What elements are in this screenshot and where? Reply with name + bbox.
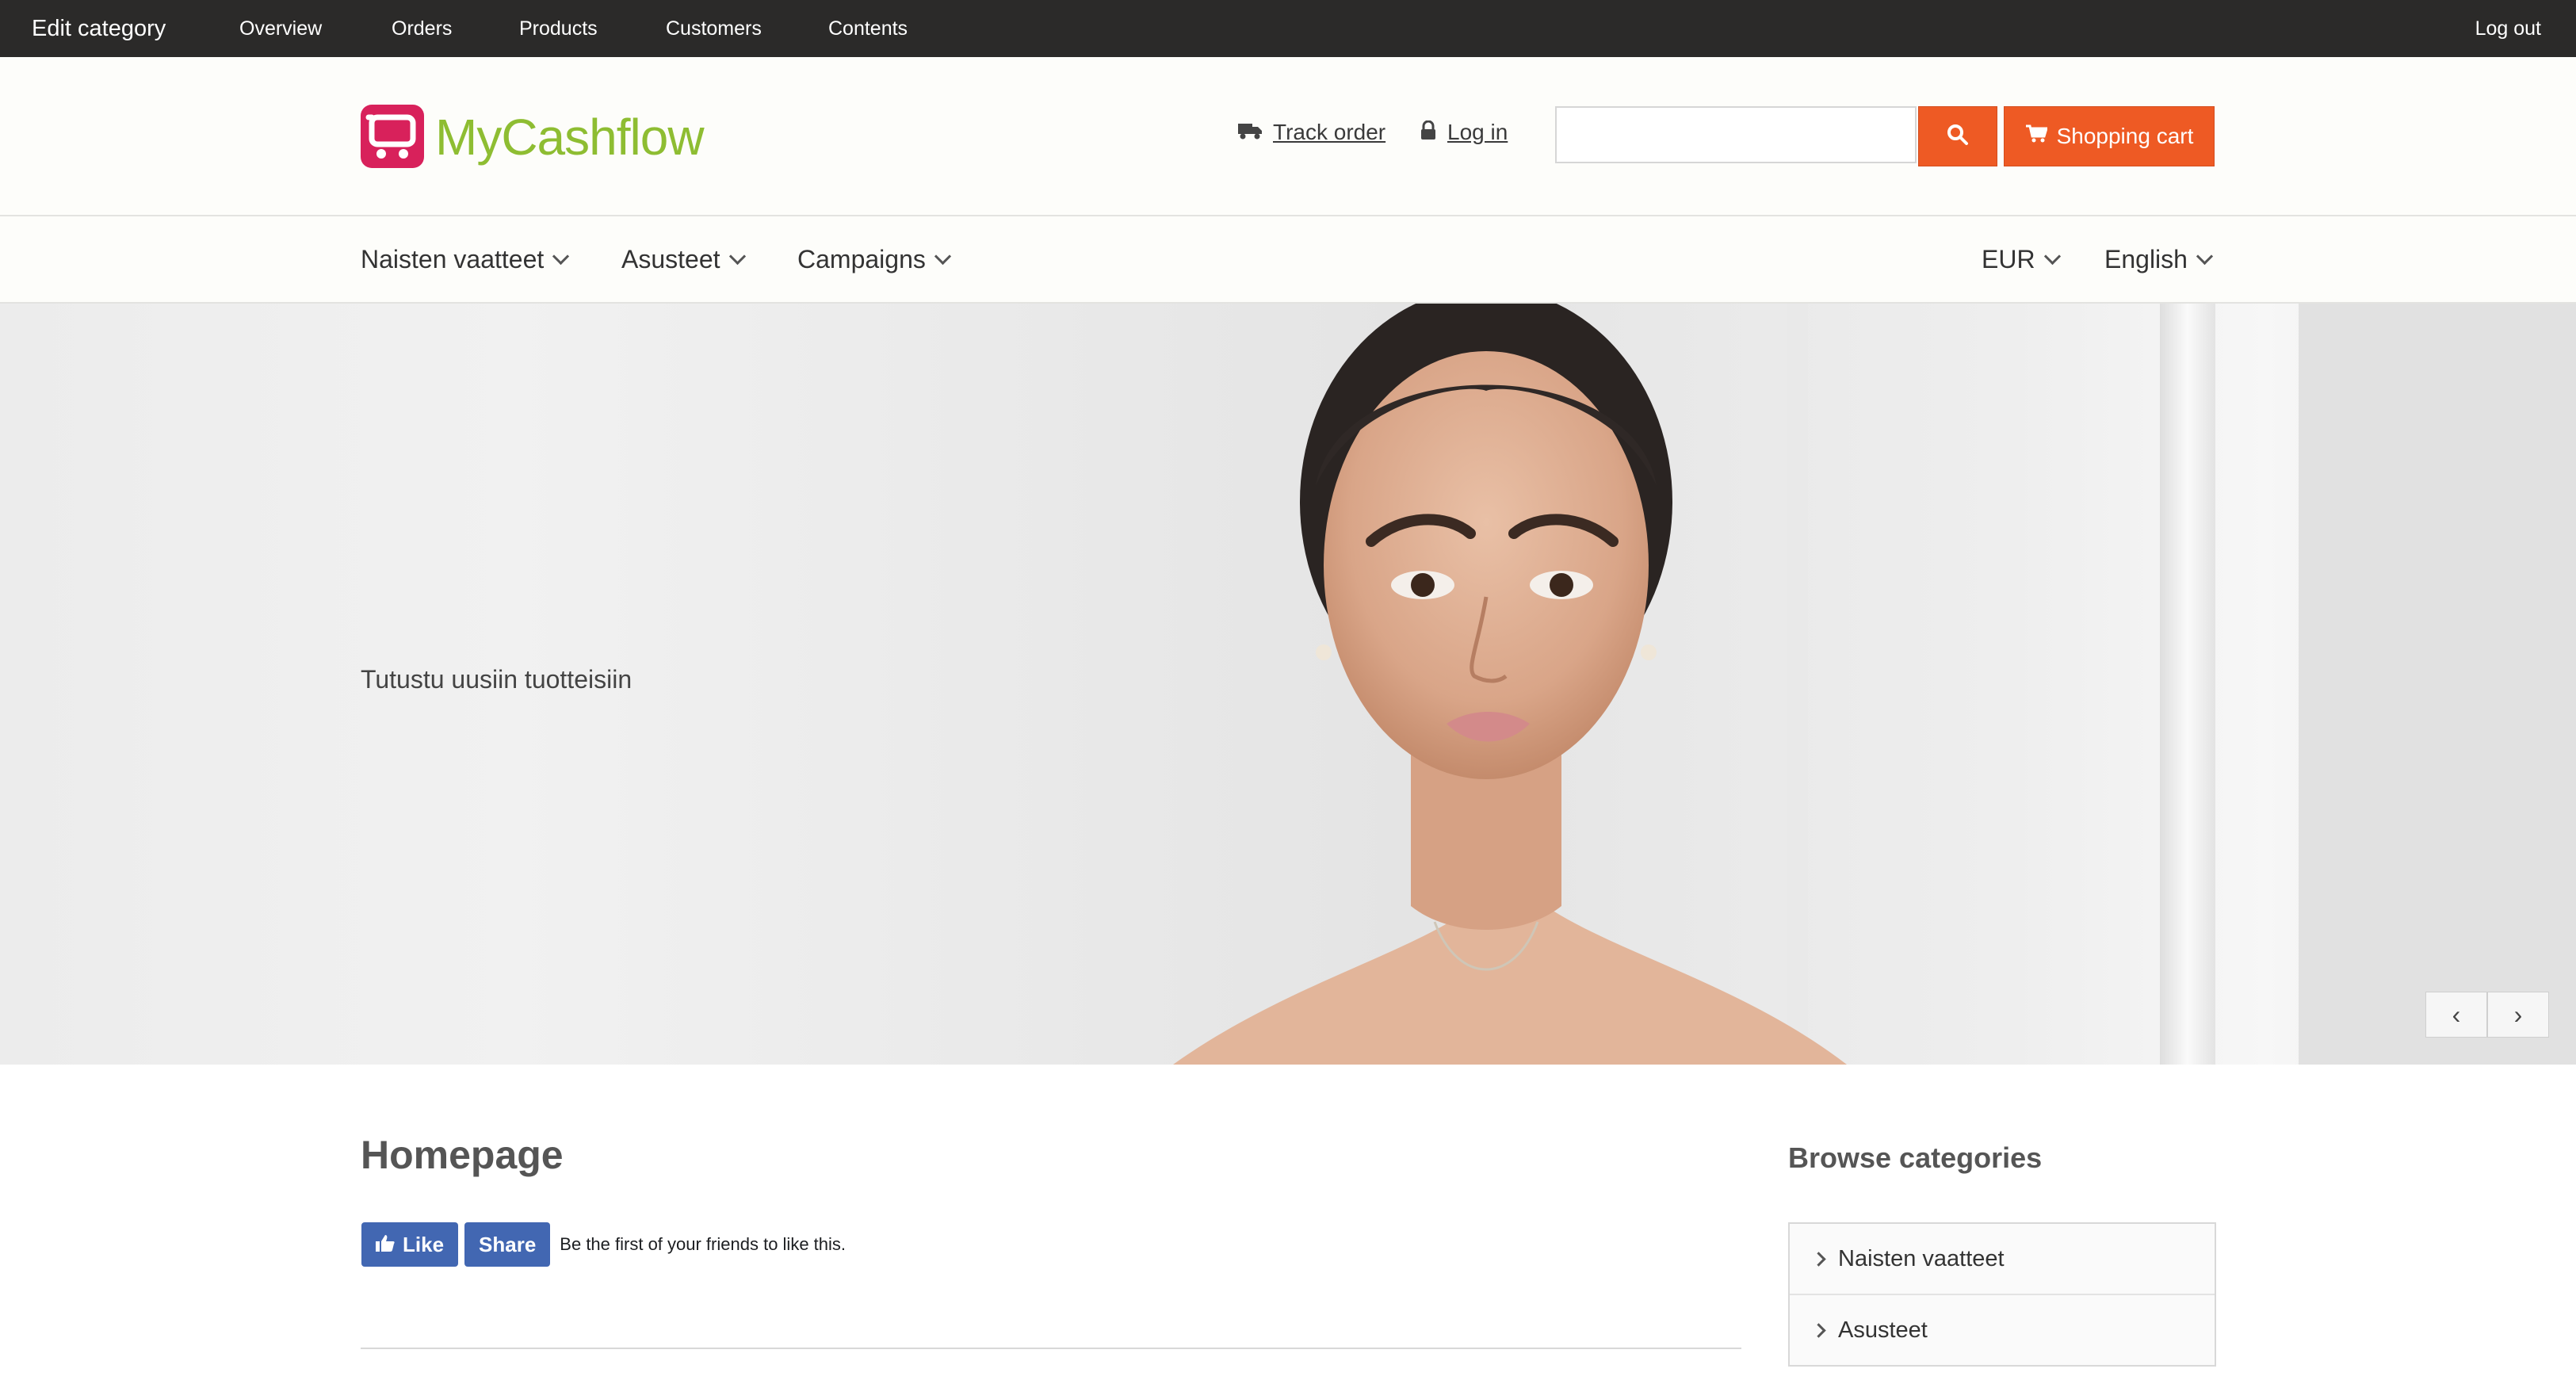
lock-icon <box>1420 120 1436 145</box>
hero-caption[interactable]: Tutustu uusiin tuotteisiin <box>361 665 632 694</box>
sidebar-item-asusteet[interactable]: Asusteet <box>1790 1294 2215 1365</box>
nav-category-label: Campaigns <box>797 245 926 273</box>
admin-nav-contents[interactable]: Contents <box>828 0 908 57</box>
browse-categories-list: Naisten vaatteet Asusteet <box>1788 1222 2216 1367</box>
chevron-down-icon <box>2043 247 2061 265</box>
chevron-down-icon <box>728 247 746 265</box>
nav-category-label: Naisten vaatteet <box>361 245 545 273</box>
chevron-down-icon <box>552 247 570 265</box>
sidebar-item-label: Naisten vaatteet <box>1838 1245 2005 1271</box>
login-label: Log in <box>1447 120 1508 144</box>
admin-nav-orders[interactable]: Orders <box>392 0 452 57</box>
admin-nav-overview[interactable]: Overview <box>239 0 322 57</box>
cart-logo-icon <box>361 105 424 168</box>
thumbs-up-icon <box>376 1233 395 1257</box>
cart-icon <box>2025 124 2048 149</box>
chevron-down-icon <box>2196 247 2214 265</box>
search-icon <box>1947 124 1969 150</box>
chevron-right-icon <box>1811 1251 1826 1267</box>
facebook-share-button[interactable]: Share <box>464 1222 551 1267</box>
login-link[interactable]: Log in <box>1420 120 1508 145</box>
search-input[interactable] <box>1555 106 1917 163</box>
shopping-cart-button[interactable]: Shopping cart <box>2004 106 2215 166</box>
page-title: Homepage <box>361 1133 564 1177</box>
slider-next-button[interactable]: › <box>2487 992 2549 1038</box>
currency-select[interactable]: EUR <box>1982 216 2061 302</box>
truck-icon <box>1238 120 1262 145</box>
nav-category-naisten-vaatteet[interactable]: Naisten vaatteet <box>361 216 570 302</box>
chevron-down-icon <box>934 247 951 265</box>
hero-portrait-image <box>1173 304 1847 1065</box>
admin-title[interactable]: Edit category <box>32 0 166 57</box>
nav-category-label: Asusteet <box>621 245 720 273</box>
admin-nav-products[interactable]: Products <box>519 0 598 57</box>
nav-category-campaigns[interactable]: Campaigns <box>797 216 951 302</box>
hero-banner[interactable]: Tutustu uusiin tuotteisiin ‹ › <box>0 304 2576 1065</box>
category-nav: Naisten vaatteet Asusteet Campaigns EUR … <box>0 216 2576 304</box>
currency-label: EUR <box>1982 245 2035 273</box>
search-button[interactable] <box>1918 106 1997 166</box>
sidebar-title: Browse categories <box>1788 1141 2043 1174</box>
sidebar-item-label: Asusteet <box>1838 1317 1928 1343</box>
admin-nav-customers[interactable]: Customers <box>666 0 762 57</box>
logo-text: MyCashflow <box>435 109 705 166</box>
track-order-link[interactable]: Track order <box>1238 120 1385 145</box>
slider-controls: ‹ › <box>2425 992 2551 1038</box>
facebook-social-text: Be the first of your friends to like thi… <box>560 1234 847 1254</box>
slider-prev-button[interactable]: ‹ <box>2425 992 2487 1038</box>
language-label: English <box>2104 245 2188 273</box>
nav-category-asusteet[interactable]: Asusteet <box>621 216 746 302</box>
track-order-label: Track order <box>1273 120 1386 144</box>
admin-bar: Edit category Overview Orders Products C… <box>0 0 2576 57</box>
facebook-widget: Like Share Be the first of your friends … <box>361 1222 846 1267</box>
chevron-right-icon <box>1811 1322 1826 1338</box>
shopping-cart-label: Shopping cart <box>2056 124 2194 148</box>
language-select[interactable]: English <box>2104 216 2214 302</box>
content-divider <box>361 1348 1741 1349</box>
logout-link[interactable]: Log out <box>2475 0 2541 57</box>
site-header: MyCashflow Track order Log in Shopping c… <box>0 57 2576 216</box>
background-door-trim <box>2160 304 2215 1065</box>
background-wall <box>2299 304 2576 1065</box>
facebook-like-button[interactable]: Like <box>361 1222 459 1267</box>
sidebar-item-naisten-vaatteet[interactable]: Naisten vaatteet <box>1790 1224 2215 1294</box>
facebook-like-label: Like <box>403 1232 445 1256</box>
